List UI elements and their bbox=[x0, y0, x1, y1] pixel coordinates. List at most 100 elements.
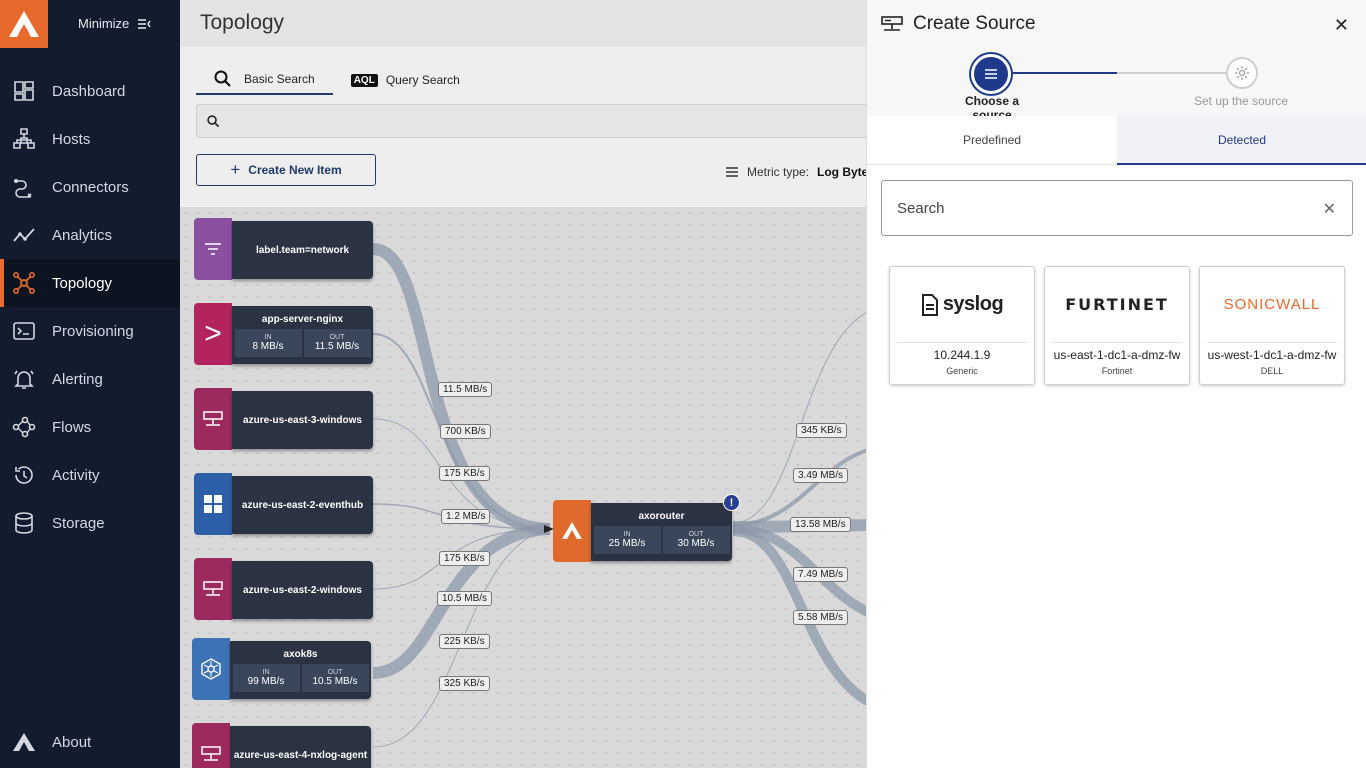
rate-label: 345 KB/s bbox=[796, 423, 847, 438]
close-icon[interactable]: ✕ bbox=[1334, 15, 1349, 36]
stat-in-label: IN bbox=[264, 333, 272, 341]
card-vendor: Fortinet bbox=[1101, 366, 1133, 376]
stat-in-label: IN bbox=[623, 530, 631, 538]
sidebar-item-connectors[interactable]: Connectors bbox=[0, 163, 180, 211]
about-label: About bbox=[52, 733, 92, 751]
sidebar-item-label: Topology bbox=[52, 274, 113, 292]
alert-badge-icon[interactable]: ! bbox=[723, 494, 740, 511]
tab-predefined[interactable]: Predefined bbox=[867, 116, 1117, 165]
topology-node[interactable]: label.team=network bbox=[194, 218, 373, 280]
syslog-logo: syslog bbox=[897, 267, 1027, 343]
stat-out-value: 30 MB/s bbox=[677, 537, 715, 549]
sidebar-item-storage[interactable]: Storage bbox=[0, 499, 180, 547]
sidebar-item-label: Alerting bbox=[52, 370, 103, 388]
step-choose-source[interactable] bbox=[971, 54, 1011, 94]
sidebar-item-label: Hosts bbox=[52, 130, 91, 148]
stat-in-value: 8 MB/s bbox=[252, 340, 284, 352]
stat-in-label: IN bbox=[262, 668, 270, 676]
tab-label: Basic Search bbox=[244, 72, 315, 86]
tab-basic-search[interactable]: Basic Search bbox=[196, 65, 333, 95]
panel-header: Create Source ✕ bbox=[867, 0, 1366, 48]
sonicwall-logo-text: SONICWALL bbox=[1223, 296, 1321, 313]
stat-out-label: OUT bbox=[329, 333, 345, 341]
router-node[interactable]: axorouter IN 25 MB/s OUT 30 MB/s bbox=[553, 500, 732, 562]
sidebar-item-flows[interactable]: Flows bbox=[0, 403, 180, 451]
create-new-item-button[interactable]: + Create New Item bbox=[196, 154, 376, 186]
stat-in-value: 99 MB/s bbox=[247, 675, 285, 687]
node-name: azure-us-east-2-windows bbox=[243, 584, 362, 596]
sidebar-item-label: Analytics bbox=[52, 226, 113, 244]
logo-icon bbox=[9, 11, 39, 37]
sidebar-nav: Dashboard Hosts Connectors Analytics Top… bbox=[0, 67, 180, 547]
sidebar-item-about[interactable]: About bbox=[12, 731, 91, 753]
dashboard-icon bbox=[14, 81, 34, 101]
rate-label: 3.49 MB/s bbox=[793, 468, 849, 483]
sidebar-item-provisioning[interactable]: Provisioning bbox=[0, 307, 180, 355]
sidebar-item-hosts[interactable]: Hosts bbox=[0, 115, 180, 163]
sonicwall-logo: SONICWALL bbox=[1207, 267, 1337, 343]
kubernetes-icon bbox=[192, 638, 230, 700]
stat-in-value: 25 MB/s bbox=[608, 537, 646, 549]
metric-type-selector[interactable]: Metric type: Log Bytes bbox=[725, 165, 875, 179]
card-name: us-west-1-dc1-a-dmz-fw bbox=[1207, 348, 1337, 362]
topology-canvas[interactable]: label.team=network > app-server-nginx IN… bbox=[180, 207, 866, 768]
node-name: app-server-nginx bbox=[261, 313, 344, 325]
rate-label: 225 KB/s bbox=[439, 634, 490, 649]
sidebar-item-alerting[interactable]: Alerting bbox=[0, 355, 180, 403]
topology-node[interactable]: azure-us-east-4-nxlog-agent bbox=[192, 723, 371, 768]
topology-search-input[interactable] bbox=[196, 104, 876, 138]
card-name: us-east-1-dc1-a-dmz-fw bbox=[1053, 348, 1181, 362]
source-card[interactable]: syslog 10.244.1.9 Generic bbox=[889, 266, 1035, 385]
topology-node[interactable]: axok8s IN 99 MB/s OUT 10.5 MB/s bbox=[192, 638, 371, 700]
tab-detected[interactable]: Detected bbox=[1117, 116, 1366, 165]
rate-label: 10.5 MB/s bbox=[437, 591, 493, 606]
topology-node[interactable]: > app-server-nginx IN 8 MB/s OUT 11.5 MB/s bbox=[194, 303, 373, 365]
about-logo-icon bbox=[13, 733, 35, 751]
stat-out-label: OUT bbox=[688, 530, 704, 538]
server-icon bbox=[194, 558, 232, 620]
server-icon bbox=[192, 723, 230, 768]
rate-label: 1.2 MB/s bbox=[441, 509, 491, 524]
search-icon bbox=[214, 70, 231, 87]
topology-icon bbox=[12, 271, 35, 294]
rate-label: 175 KB/s bbox=[439, 466, 490, 481]
sidebar-item-analytics[interactable]: Analytics bbox=[0, 211, 180, 259]
tab-query-search[interactable]: AQL Query Search bbox=[333, 65, 478, 95]
clear-icon[interactable]: ✕ bbox=[1323, 199, 1336, 219]
stepper-line-complete bbox=[1013, 72, 1117, 74]
rate-label: 325 KB/s bbox=[439, 676, 490, 691]
topology-node[interactable]: azure-us-east-2-eventhub bbox=[194, 473, 373, 535]
create-button-label: Create New Item bbox=[248, 163, 342, 177]
metric-label: Metric type: bbox=[747, 165, 810, 179]
search-icon bbox=[207, 114, 220, 127]
tab-label: Query Search bbox=[385, 73, 460, 87]
topology-node[interactable]: azure-us-east-3-windows bbox=[194, 388, 373, 450]
sidebar-item-dashboard[interactable]: Dashboard bbox=[0, 67, 180, 115]
stat-out-value: 10.5 MB/s bbox=[312, 675, 358, 687]
step-setup-source[interactable] bbox=[1226, 57, 1258, 89]
node-name: label.team=network bbox=[255, 244, 350, 256]
topology-node[interactable]: azure-us-east-2-windows bbox=[194, 558, 373, 620]
main-area: Topology Basic Search AQL Query Search +… bbox=[180, 0, 876, 768]
source-search-input[interactable]: Search ✕ bbox=[881, 180, 1353, 236]
source-card[interactable]: FURTINET us-east-1-dc1-a-dmz-fw Fortinet bbox=[1044, 266, 1190, 385]
rate-label: 175 KB/s bbox=[439, 551, 490, 566]
sidebar: Minimize Dashboard Hosts Connectors Anal… bbox=[0, 0, 180, 768]
panel-title: Create Source bbox=[913, 13, 1036, 34]
sidebar-item-topology[interactable]: Topology bbox=[0, 259, 180, 307]
sidebar-item-activity[interactable]: Activity bbox=[0, 451, 180, 499]
sidebar-item-label: Provisioning bbox=[52, 322, 134, 340]
stat-out-label: OUT bbox=[327, 668, 343, 676]
card-vendor: DELL bbox=[1260, 366, 1284, 376]
menu-icon bbox=[726, 167, 738, 177]
app-logo[interactable] bbox=[0, 0, 48, 48]
source-card[interactable]: SONICWALL us-west-1-dc1-a-dmz-fw DELL bbox=[1199, 266, 1345, 385]
card-vendor: Generic bbox=[946, 366, 978, 376]
filter-icon bbox=[194, 218, 232, 280]
sidebar-item-label: Activity bbox=[52, 466, 100, 484]
activity-icon bbox=[15, 466, 33, 484]
syslog-logo-text: syslog bbox=[942, 293, 1004, 315]
router-logo-icon bbox=[553, 500, 591, 562]
minimize-button[interactable]: Minimize bbox=[78, 16, 151, 31]
node-name: axorouter bbox=[638, 510, 685, 522]
